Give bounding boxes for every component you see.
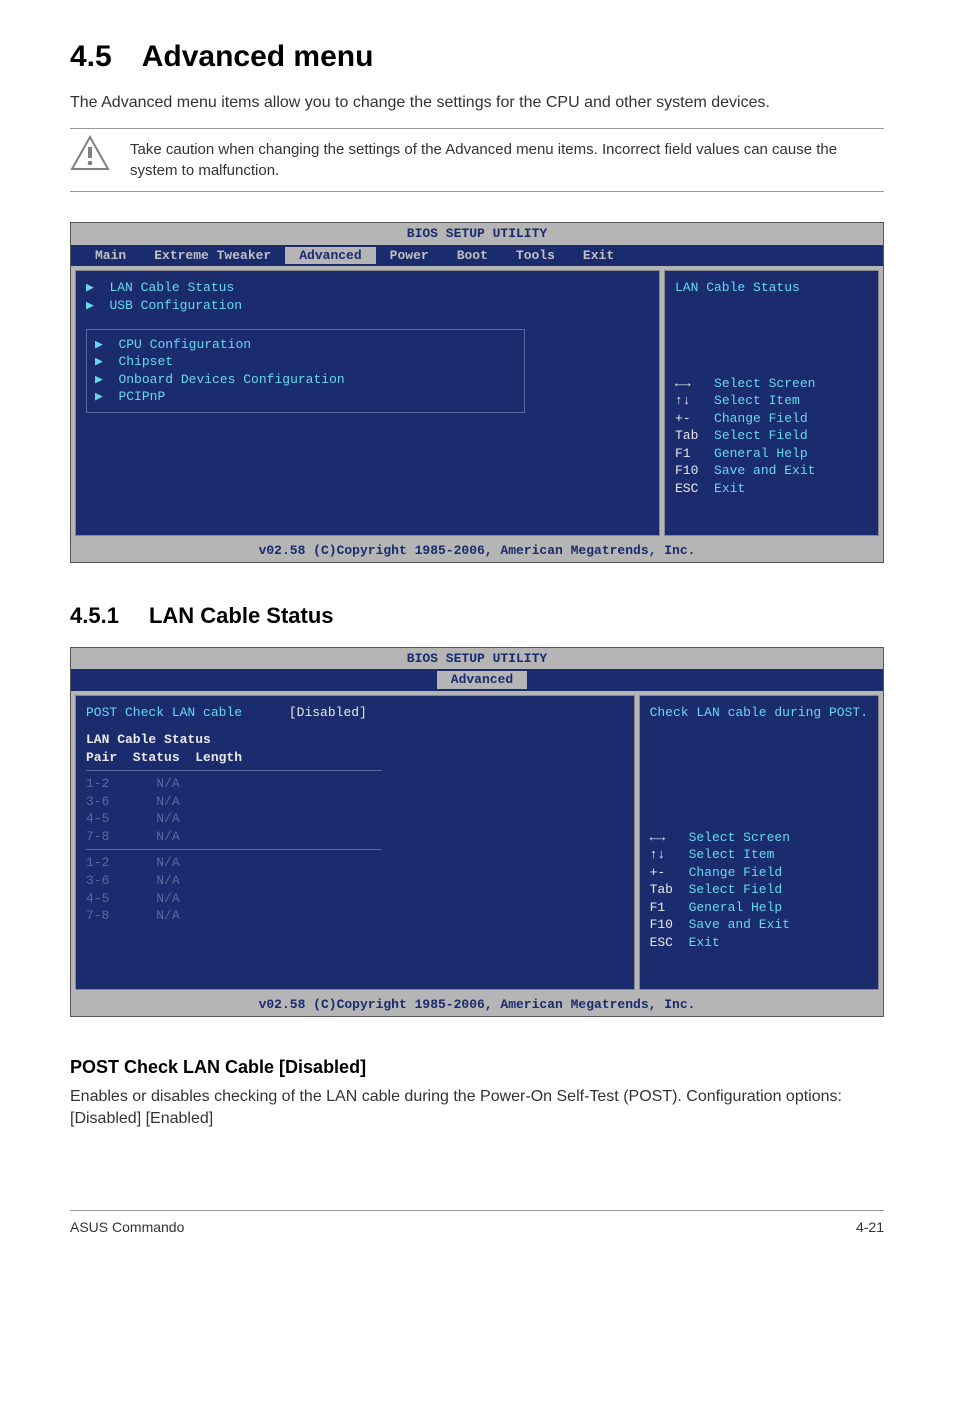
subsection-number: 4.5.1 <box>70 603 119 629</box>
bios-footer: v02.58 (C)Copyright 1985-2006, American … <box>71 540 883 562</box>
subsection-title-text: LAN Cable Status <box>149 603 334 628</box>
bios-footer: v02.58 (C)Copyright 1985-2006, American … <box>71 994 883 1016</box>
field-heading: POST Check LAN Cable [Disabled] <box>70 1057 884 1078</box>
page-footer: ASUS Commando 4-21 <box>70 1210 884 1235</box>
tab-power[interactable]: Power <box>376 247 443 265</box>
bios-left-pane: ▶ LAN Cable Status ▶ USB Configuration ▶… <box>75 270 660 535</box>
tab-extreme-tweaker[interactable]: Extreme Tweaker <box>140 247 285 265</box>
bios-tab-bar-single: Advanced <box>71 669 883 691</box>
bios-title: BIOS SETUP UTILITY <box>71 223 883 245</box>
table-row: 1-2 N/A <box>86 775 624 793</box>
menu-item-chipset[interactable]: ▶ Chipset <box>95 353 516 371</box>
menu-item-pcipnp[interactable]: ▶ PCIPnP <box>95 388 516 406</box>
bios-legend: ←→ Select Screen ↑↓ Select Item +- Chang… <box>675 357 868 515</box>
bios-help-text: Check LAN cable during POST. <box>650 704 868 722</box>
table-row: 4-5 N/A <box>86 890 624 908</box>
section-title-text: Advanced menu <box>142 40 374 73</box>
menu-item-lan-cable-status[interactable]: ▶ LAN Cable Status <box>86 279 649 297</box>
field-description: Enables or disables checking of the LAN … <box>70 1086 884 1131</box>
bios-help-text: LAN Cable Status <box>675 279 868 297</box>
table-row: 7-8 N/A <box>86 828 624 846</box>
bios-tab-bar: Main Extreme Tweaker Advanced Power Boot… <box>71 245 883 267</box>
bios-screenshot-lan-cable: BIOS SETUP UTILITY Advanced POST Check L… <box>70 647 884 1017</box>
subsection-heading: 4.5.1 LAN Cable Status <box>70 603 884 629</box>
table-row: 1-2 N/A <box>86 854 624 872</box>
table-columns: Pair Status Length <box>86 749 624 767</box>
tab-boot[interactable]: Boot <box>443 247 502 265</box>
bios-left-pane: POST Check LAN cable [Disabled] LAN Cabl… <box>75 695 635 990</box>
tab-tools[interactable]: Tools <box>502 247 569 265</box>
caution-icon <box>70 135 110 176</box>
table-row: 7-8 N/A <box>86 907 624 925</box>
bios-screenshot-advanced: BIOS SETUP UTILITY Main Extreme Tweaker … <box>70 222 884 562</box>
section-heading: 4.5 Advanced menu <box>70 40 884 74</box>
bios-title: BIOS SETUP UTILITY <box>71 648 883 670</box>
menu-group: ▶ CPU Configuration ▶ Chipset ▶ Onboard … <box>86 329 525 413</box>
table-title: LAN Cable Status <box>86 731 624 749</box>
table-separator <box>86 849 382 850</box>
footer-right: 4-21 <box>856 1219 884 1235</box>
tab-main[interactable]: Main <box>81 247 140 265</box>
field-post-check-lan-cable[interactable]: POST Check LAN cable [Disabled] <box>86 704 624 722</box>
menu-item-usb-configuration[interactable]: ▶ USB Configuration <box>86 297 649 315</box>
caution-callout: Take caution when changing the settings … <box>70 128 884 192</box>
section-number: 4.5 <box>70 40 112 74</box>
table-row: 3-6 N/A <box>86 793 624 811</box>
menu-item-cpu-configuration[interactable]: ▶ CPU Configuration <box>95 336 516 354</box>
footer-left: ASUS Commando <box>70 1219 184 1235</box>
table-separator <box>86 770 382 771</box>
table-row: 4-5 N/A <box>86 810 624 828</box>
bios-right-pane: LAN Cable Status ←→ Select Screen ↑↓ Sel… <box>664 270 879 535</box>
caution-text: Take caution when changing the settings … <box>130 135 884 185</box>
menu-item-onboard-devices[interactable]: ▶ Onboard Devices Configuration <box>95 371 516 389</box>
table-row: 3-6 N/A <box>86 872 624 890</box>
bios-legend: ←→ Select Screen ↑↓ Select Item +- Chang… <box>650 811 868 969</box>
tab-advanced[interactable]: Advanced <box>437 671 527 689</box>
tab-advanced[interactable]: Advanced <box>285 247 375 265</box>
bios-right-pane: Check LAN cable during POST. ←→ Select S… <box>639 695 879 990</box>
intro-paragraph: The Advanced menu items allow you to cha… <box>70 92 884 114</box>
tab-exit[interactable]: Exit <box>569 247 628 265</box>
